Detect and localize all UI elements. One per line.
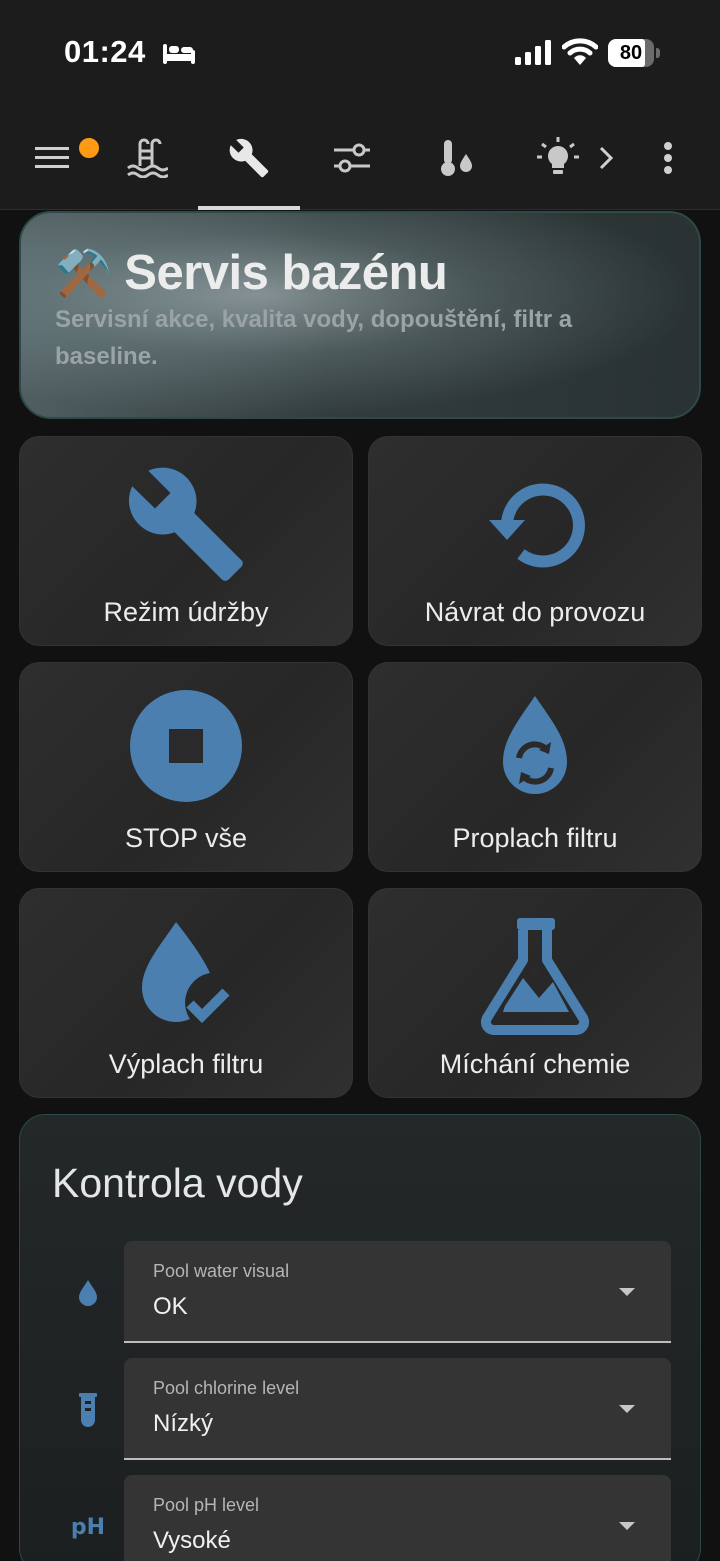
page-title: Servis bazénu xyxy=(124,246,448,300)
chlorine-level-select[interactable]: Pool chlorine level Nízký xyxy=(124,1358,671,1460)
tile-label: Výplach filtru xyxy=(108,1049,264,1079)
water-visual-select[interactable]: Pool water visual OK xyxy=(124,1241,671,1343)
lightbulb-icon xyxy=(536,136,580,185)
action-chemical-mixing[interactable]: Míchání chemie xyxy=(368,888,702,1098)
water-sync-icon xyxy=(369,685,701,815)
tab-lights[interactable] xyxy=(530,110,586,210)
menu-icon xyxy=(35,145,69,176)
active-tab-indicator xyxy=(198,206,300,210)
select-label: Pool chlorine level xyxy=(153,1378,300,1398)
action-filter-rinse[interactable]: Proplach filtru xyxy=(368,662,702,872)
hammer-wrench-icon: ⚒️ xyxy=(55,246,113,299)
top-toolbar xyxy=(0,110,720,210)
battery-icon: 80 xyxy=(608,39,654,67)
battery-percent: 80 xyxy=(619,42,643,64)
chevron-right-icon xyxy=(597,145,615,176)
select-label: Pool water visual xyxy=(153,1261,290,1281)
water-check-card: Kontrola vody Pool water visual OK Pool … xyxy=(19,1114,701,1561)
tab-temperature[interactable] xyxy=(420,110,490,210)
tune-icon xyxy=(332,141,372,180)
tab-service[interactable] xyxy=(198,110,300,210)
stop-circle-icon xyxy=(20,685,352,815)
action-return-to-operation[interactable]: Návrat do provozu xyxy=(368,436,702,646)
tile-label: STOP vše xyxy=(124,823,248,853)
notification-badge xyxy=(77,136,101,160)
page-subtitle: Servisní akce, kvalita vody, dopouštění,… xyxy=(55,306,573,370)
status-time: 01:24 xyxy=(64,34,146,69)
action-filter-flush[interactable]: Výplach filtru xyxy=(19,888,353,1098)
overflow-menu-button[interactable] xyxy=(648,110,688,210)
select-label: Pool pH level xyxy=(153,1495,260,1515)
header-card: ⚒️ Servis bazénu Servisní akce, kvalita … xyxy=(19,211,701,419)
action-stop-all[interactable]: STOP vše xyxy=(19,662,353,872)
ph-level-select[interactable]: Pool pH level Vysoké xyxy=(124,1475,671,1561)
select-row-water-visual: Pool water visual OK xyxy=(20,1241,702,1345)
wrench-icon xyxy=(20,459,352,589)
wrench-icon xyxy=(228,137,270,184)
tile-label: Návrat do provozu xyxy=(424,597,646,627)
ph-icon-text: pH xyxy=(70,1514,106,1540)
menu-button[interactable] xyxy=(22,110,101,210)
bed-icon xyxy=(162,40,196,71)
tile-label: Režim údržby xyxy=(103,597,269,627)
select-row-ph-level: pH Pool pH level Vysoké xyxy=(20,1475,702,1561)
ph-icon: pH xyxy=(64,1475,112,1561)
tab-pool[interactable] xyxy=(112,110,182,210)
tile-label: Míchání chemie xyxy=(439,1049,631,1079)
battery-tip xyxy=(656,48,660,58)
header-title-row: ⚒️ Servis bazénu xyxy=(55,245,448,301)
dropdown-arrow-icon xyxy=(619,1522,635,1530)
signal-icon xyxy=(514,40,552,71)
select-value: Vysoké xyxy=(153,1527,231,1554)
card-title: Kontrola vody xyxy=(52,1160,303,1206)
wifi-icon xyxy=(561,38,599,71)
test-tube-icon xyxy=(64,1358,112,1462)
flask-icon xyxy=(369,911,701,1041)
select-value: OK xyxy=(153,1293,188,1320)
pool-icon xyxy=(126,138,169,183)
tile-label: Proplach filtru xyxy=(452,823,618,853)
dropdown-arrow-icon xyxy=(619,1405,635,1413)
more-vert-icon xyxy=(663,141,673,180)
thermometer-water-icon xyxy=(435,138,475,183)
select-row-chlorine-level: Pool chlorine level Nízký xyxy=(20,1358,702,1462)
restore-icon xyxy=(369,459,701,589)
action-maintenance-mode[interactable]: Režim údržby xyxy=(19,436,353,646)
status-bar: 01:24 80 xyxy=(0,0,720,110)
select-value: Nízký xyxy=(153,1410,213,1437)
tab-controls[interactable] xyxy=(318,110,386,210)
scroll-tabs-right-button[interactable] xyxy=(588,110,624,210)
water-check-icon xyxy=(20,911,352,1041)
dropdown-arrow-icon xyxy=(619,1288,635,1296)
water-drop-icon xyxy=(64,1241,112,1345)
